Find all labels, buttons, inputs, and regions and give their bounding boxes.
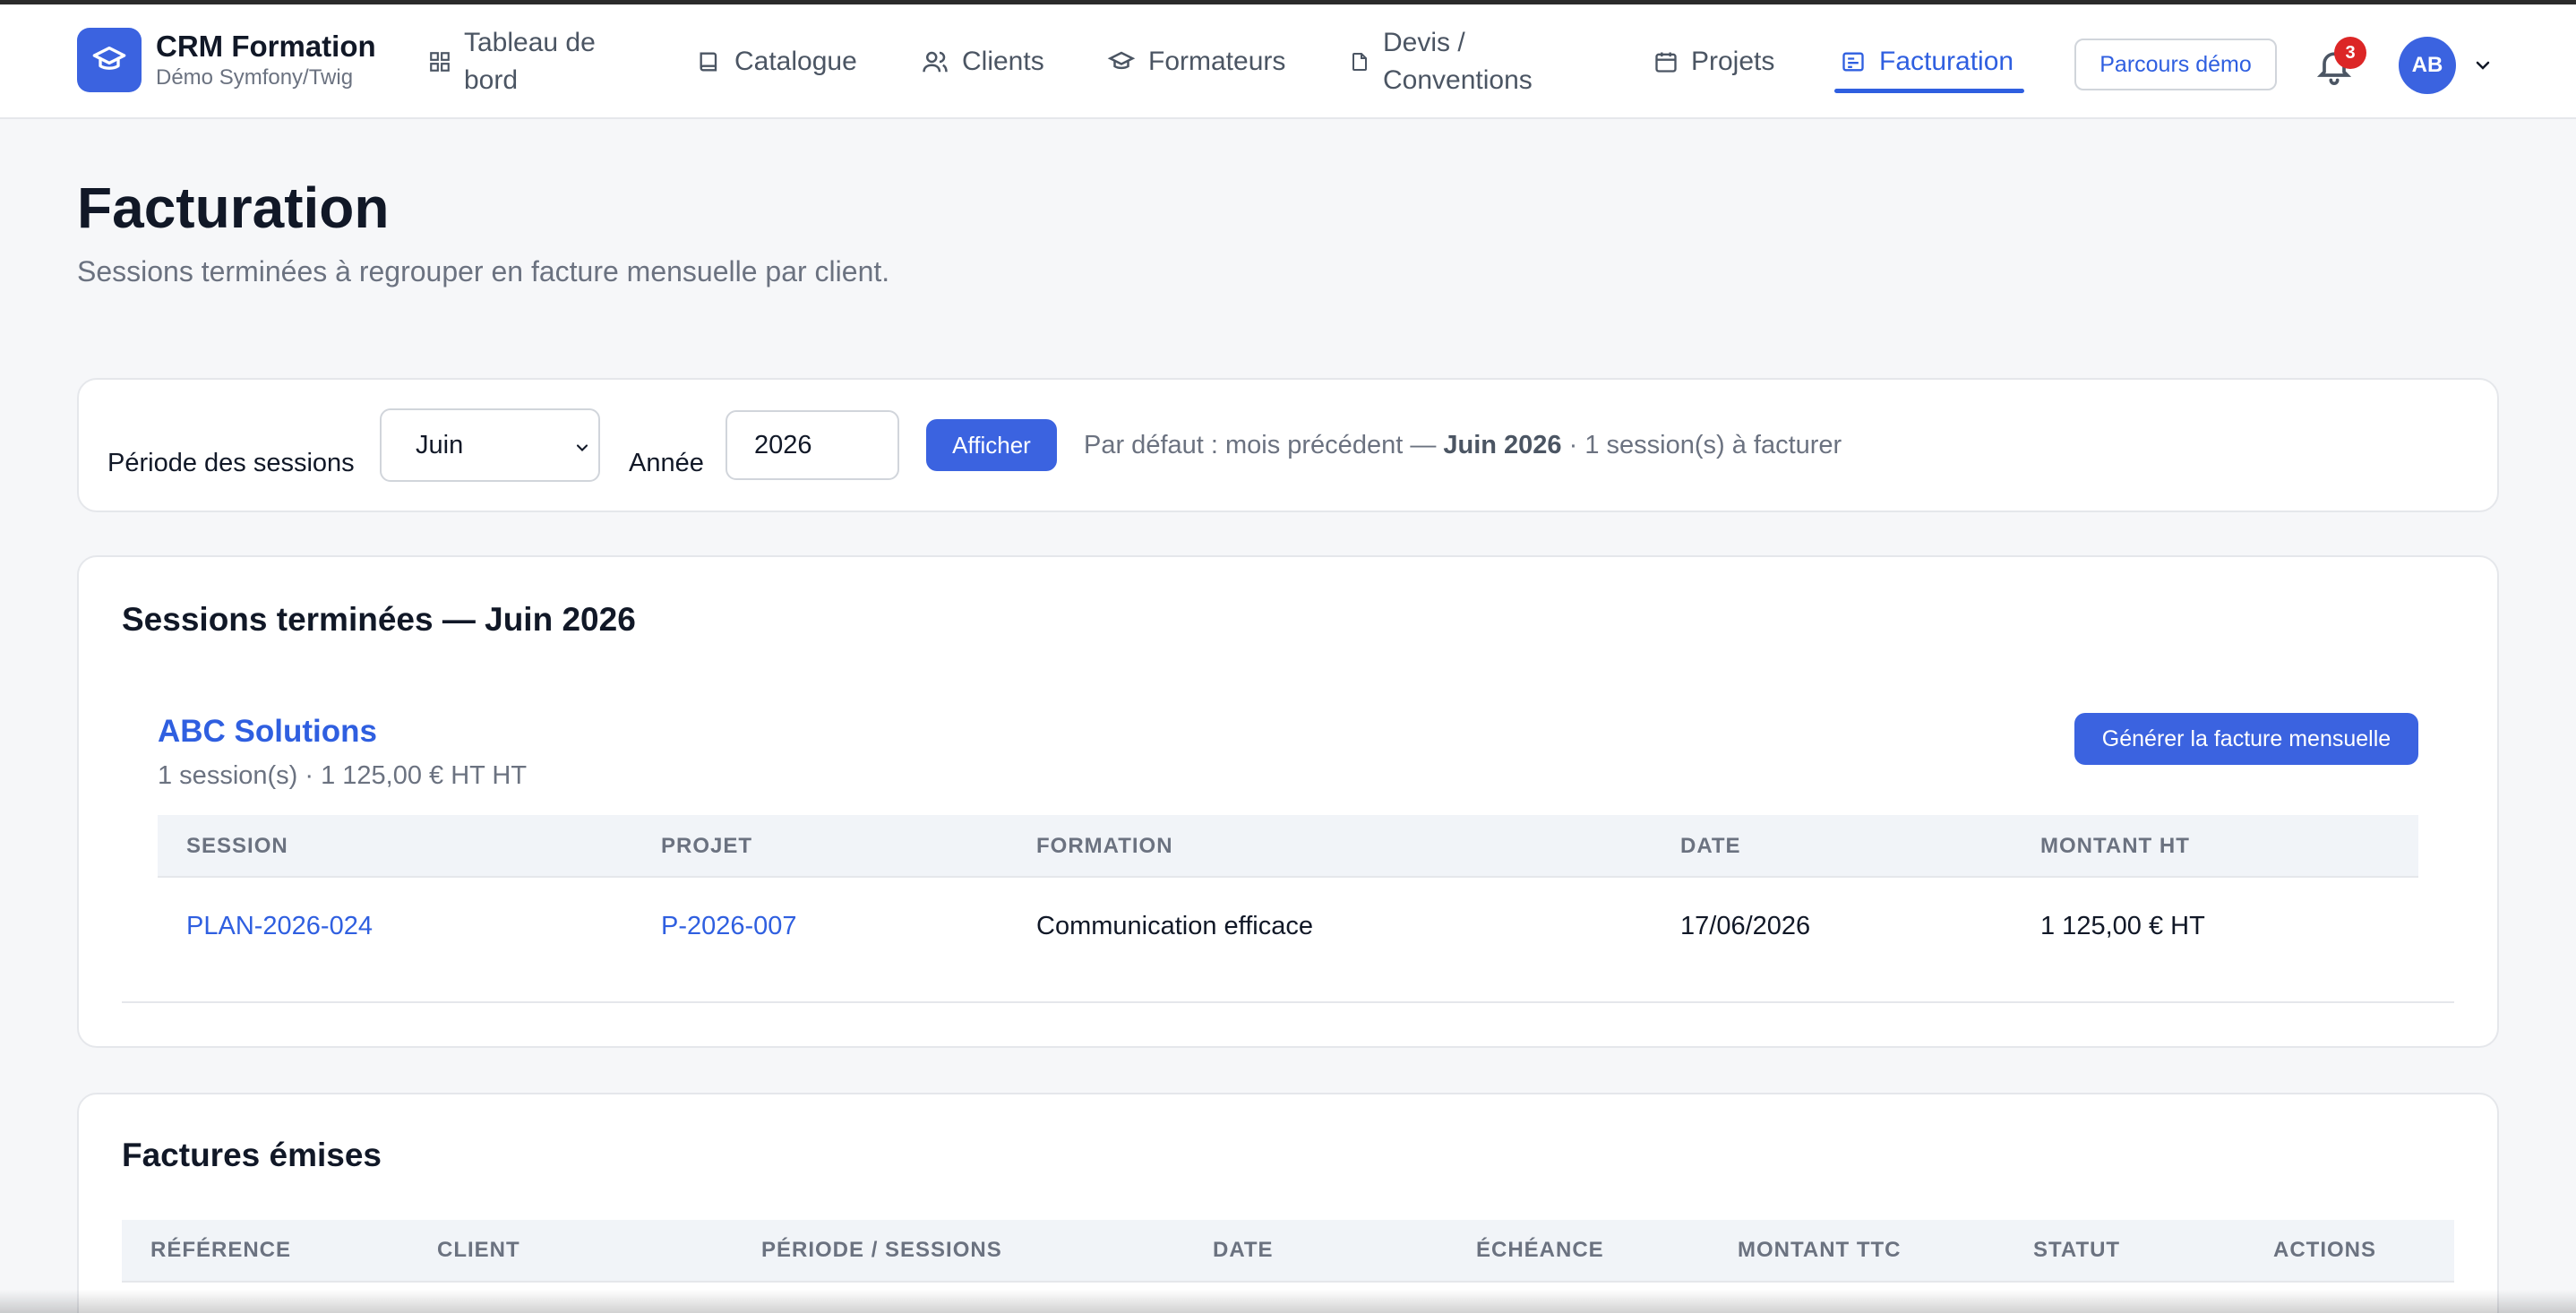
year-input[interactable] [726, 410, 899, 480]
month-select[interactable]: Juin [380, 408, 600, 482]
client-meta: 1 session(s) · 1 125,00 € HT HT [158, 761, 528, 790]
page-subtitle: Sessions terminées à regrouper en factur… [77, 255, 890, 287]
invoice-icon [1842, 52, 1864, 72]
nav-label-formateurs: Formateurs [1148, 47, 1286, 76]
demo-tour-button[interactable]: Parcours démo [2074, 39, 2277, 90]
column-header: PÉRIODE / SESSIONS [761, 1238, 1002, 1262]
nav-label-facturation: Facturation [1879, 47, 2014, 76]
nav-label-clients: Clients [962, 47, 1044, 76]
column-header: STATUT [2033, 1238, 2121, 1262]
top-navbar: CRM Formation Démo Symfony/Twig Tableau … [0, 4, 2576, 119]
column-header: ÉCHÉANCE [1476, 1238, 1604, 1262]
active-tab-indicator [1834, 89, 2024, 93]
date-cell: 17/06/2026 [1680, 912, 1811, 940]
column-header: MONTANT HT [2040, 834, 2190, 858]
column-header: FORMATION [1036, 834, 1173, 858]
column-header: DATE [1213, 1238, 1274, 1262]
graduation-cap-icon [1107, 51, 1136, 70]
show-button[interactable]: Afficher [926, 419, 1057, 471]
nav-item-formateurs[interactable]: Formateurs [1107, 43, 1285, 81]
nav-label-projets: Projets [1691, 47, 1775, 76]
window-bottom-shadow [0, 1290, 2576, 1313]
nav-item-facturation[interactable]: Facturation [1840, 43, 2014, 81]
filter-info: Par défaut : mois précédent — Juin 2026 … [1084, 426, 1842, 464]
filter-info-prefix: Par défaut : mois précédent — [1084, 431, 1444, 459]
calendar-icon [1655, 52, 1677, 73]
page-title: Facturation [77, 176, 390, 240]
chevron-down-icon[interactable] [2472, 55, 2494, 76]
nav-item-clients[interactable]: Clients [921, 43, 1044, 81]
column-header: ACTIONS [2273, 1238, 2376, 1262]
avatar[interactable]: AB [2399, 37, 2456, 94]
divider [122, 1001, 2454, 1003]
column-header: MONTANT TTC [1738, 1238, 1902, 1262]
nav-label-dashboard-line1: Tableau de [464, 28, 596, 57]
sessions-title: Sessions terminées — Juin 2026 [122, 601, 636, 638]
amount-cell: 1 125,00 € HT [2040, 912, 2205, 940]
users-icon [923, 51, 948, 73]
invoices-title: Factures émises [122, 1137, 382, 1173]
brand-name: CRM Formation [156, 30, 376, 63]
period-label: Période des sessions [107, 449, 355, 477]
column-header: SESSION [186, 834, 288, 858]
month-select-value: Juin [416, 430, 464, 459]
filter-info-suffix: · 1 session(s) à facturer [1561, 431, 1842, 459]
year-label: Année [629, 449, 704, 477]
document-icon [1352, 53, 1367, 71]
project-link[interactable]: P-2026-007 [661, 908, 797, 944]
column-header: RÉFÉRENCE [150, 1238, 292, 1262]
dashboard-icon [430, 52, 450, 72]
graduation-cap-icon [77, 28, 142, 92]
column-header: CLIENT [437, 1238, 520, 1262]
nav-label-catalogue: Catalogue [734, 47, 857, 76]
brand[interactable]: CRM Formation Démo Symfony/Twig [77, 28, 376, 92]
column-header: DATE [1680, 834, 1741, 858]
generate-invoice-button[interactable]: Générer la facture mensuelle [2074, 713, 2418, 765]
brand-subtitle: Démo Symfony/Twig [156, 65, 354, 90]
nav-label-dashboard-line2: bord [464, 65, 519, 95]
nav-item-dashboard[interactable]: Tableau de bord [428, 24, 596, 99]
chevron-down-icon [576, 444, 588, 451]
nav-label-devis-line2: Conventions [1383, 65, 1533, 95]
nav-item-devis-conventions[interactable]: Devis / Conventions [1349, 24, 1533, 99]
filter-info-period: Juin 2026 [1443, 431, 1562, 459]
nav-item-projets[interactable]: Projets [1653, 43, 1774, 81]
formation-cell: Communication efficace [1036, 912, 1313, 940]
notification-badge: 3 [2334, 37, 2366, 69]
nav-label-devis-line1: Devis / [1383, 28, 1465, 57]
session-link[interactable]: PLAN-2026-024 [186, 908, 373, 944]
column-header: PROJET [661, 834, 753, 858]
nav-item-catalogue[interactable]: Catalogue [697, 43, 857, 81]
client-name-link[interactable]: ABC Solutions [158, 711, 377, 752]
book-icon [700, 52, 717, 72]
